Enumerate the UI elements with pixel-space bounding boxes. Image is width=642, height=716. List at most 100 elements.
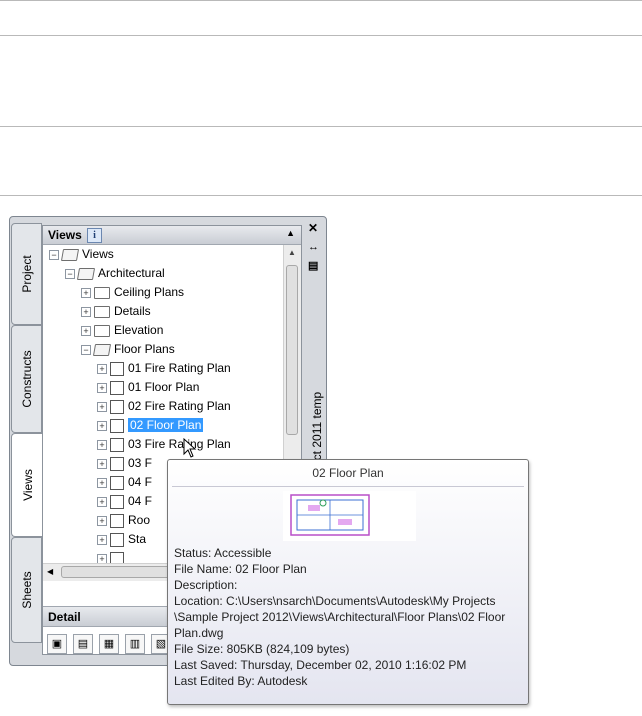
folder-open-icon [92,343,112,356]
detail-title: Detail [48,610,81,624]
add-general-view-icon[interactable]: ▤ [73,634,93,654]
tree-item[interactable]: + Roo [97,511,150,530]
expand-icon[interactable]: + [81,287,91,298]
tab-constructs[interactable]: Constructs [11,325,42,433]
tree-item-label: 03 F [128,456,153,470]
tree-item-label: 04 F [128,475,153,489]
tooltip-line: Plan.dwg [174,626,224,640]
tooltip-line: File Size: 805KB (824,109 bytes) [174,642,350,656]
tree-item-label: Details [114,304,151,318]
expand-icon[interactable]: + [97,534,107,545]
tab-sheets[interactable]: Sheets [11,537,42,643]
expand-icon[interactable]: + [97,496,107,507]
tab-label: Views [21,469,35,501]
tree-item[interactable]: + Elevation [81,321,163,340]
folder-open-icon [76,267,96,280]
divider-line [0,35,642,36]
tooltip-title: 02 Floor Plan [312,466,384,480]
info-icon[interactable]: i [87,228,102,243]
floor-plan-thumbnail [283,491,416,541]
tooltip-line: Last Saved: Thursday, December 02, 2010 … [174,658,467,672]
collapse-icon[interactable]: ▲ [286,228,295,238]
tooltip-line: Description: [174,578,238,592]
tree-item[interactable]: +02 Floor Plan [97,416,204,435]
mouse-cursor-icon [183,438,197,458]
expand-icon[interactable]: + [97,439,107,450]
tree-item-label: 04 F [128,494,153,508]
close-icon[interactable]: ✕ [308,221,318,235]
tree-item[interactable]: + Details [81,302,151,321]
add-view-icon[interactable]: ▣ [47,634,67,654]
autohide-icon[interactable]: ↔ [308,241,319,253]
view-drawing-icon [110,513,124,528]
palette-title-label: ect 2011 temp [310,391,324,467]
tree-item[interactable]: + Sta [97,530,146,549]
tree-item-label: Floor Plans [114,342,175,356]
expand-icon[interactable]: + [97,420,107,431]
tooltip-details: Status: Accessible File Name: 02 Floor Pl… [174,545,526,689]
tree-item[interactable]: + Ceiling Plans [81,283,184,302]
tree-item-label: 03 Fire Rating Plan [128,437,231,451]
folder-open-icon [60,248,80,261]
view-drawing-icon [110,475,124,490]
divider-line [0,0,642,1]
tree-item-label: 02 Floor Plan [128,418,204,432]
tree-item[interactable]: +01 Floor Plan [97,378,199,397]
tree-item[interactable]: − Views [49,245,114,264]
folder-icon [94,305,110,318]
tree-item-label: 02 Fire Rating Plan [128,399,231,413]
collapse-icon[interactable]: − [81,344,91,355]
tree-item[interactable]: +03 Fire Rating Plan [97,435,231,454]
tree-item[interactable]: +04 F [97,492,152,511]
regenerate-icon[interactable]: ▦ [99,634,119,654]
tree-item-label: Ceiling Plans [114,285,185,299]
view-drawing-icon [110,456,124,471]
view-drawing-icon [110,494,124,509]
properties-icon[interactable]: ▤ [308,259,318,272]
view-drawing-icon [110,380,124,395]
view-drawing-icon [110,399,124,414]
tree-item[interactable]: +03 F [97,454,152,473]
clipboard-icon[interactable]: ▥ [125,634,145,654]
collapse-icon[interactable]: − [49,249,59,260]
tree-item[interactable]: +01 Fire Rating Plan [97,359,231,378]
scrollbar-thumb[interactable] [286,265,298,435]
tree-item[interactable]: +04 F [97,473,152,492]
tree-item-label: Roo [128,513,151,527]
scroll-up-icon[interactable]: ▲ [288,248,296,257]
expand-icon[interactable]: + [81,306,91,317]
tooltip-line: Last Edited By: Autodesk [174,674,308,688]
panel-title: Views [48,228,82,242]
expand-icon[interactable]: + [97,382,107,393]
view-tooltip: 02 Floor Plan Status: Accessible File Nam… [167,459,529,705]
collapse-icon[interactable]: − [65,268,75,279]
folder-icon [94,286,110,299]
tree-item-label: Sta [128,532,147,546]
tab-label: Project [19,255,34,293]
divider-line [0,126,642,127]
expand-icon[interactable]: + [97,363,107,374]
tree-item[interactable]: +02 Fire Rating Plan [97,397,231,416]
expand-icon[interactable]: + [97,458,107,469]
view-drawing-icon [110,418,124,433]
tree-item[interactable]: − Floor Plans [81,340,175,359]
tab-label: Constructs [19,350,34,408]
view-drawing-icon [110,532,124,547]
tab-views[interactable]: Views [11,433,44,537]
expand-icon[interactable]: + [97,401,107,412]
tree-item-label: 01 Fire Rating Plan [128,361,231,375]
tab-project[interactable]: Project [11,223,42,325]
expand-icon[interactable]: + [97,515,107,526]
tooltip-line: File Name: 02 Floor Plan [174,562,307,576]
tree-item[interactable]: − Architectural [65,264,165,283]
divider-line [0,195,642,196]
expand-icon[interactable]: + [81,325,91,336]
tree-item-label: 01 Floor Plan [128,380,200,394]
tooltip-line: Status: Accessible [174,546,272,560]
tree-item-label: Elevation [114,323,164,337]
expand-icon[interactable]: + [97,477,107,488]
scroll-left-icon[interactable]: ◀ [47,567,53,576]
tooltip-line: \Sample Project 2012\Views\Architectural… [174,610,506,624]
panel-header: Views i ▲ [43,226,301,245]
tooltip-divider [172,486,524,487]
